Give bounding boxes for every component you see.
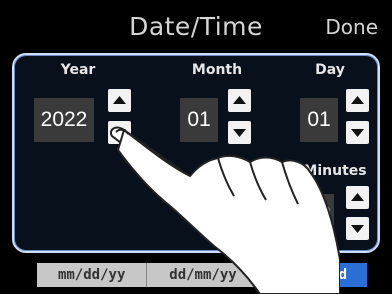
chevron-up-icon: [351, 96, 364, 104]
chevron-up-icon: [351, 193, 364, 201]
day-down-button[interactable]: [346, 121, 369, 144]
chevron-up-icon: [113, 96, 126, 104]
chevron-down-icon: [351, 225, 364, 233]
minutes-down-button[interactable]: [346, 217, 369, 240]
month-label: Month: [191, 62, 243, 78]
chevron-down-icon: [351, 129, 364, 137]
month-up-button[interactable]: [228, 89, 251, 112]
year-label: Year: [60, 62, 96, 78]
year-value: 2022: [34, 98, 94, 142]
minutes-up-button[interactable]: [346, 186, 369, 209]
day-label: Day: [315, 62, 345, 78]
done-button[interactable]: Done: [325, 15, 378, 39]
chevron-up-icon: [233, 96, 246, 104]
year-up-button[interactable]: [108, 89, 131, 112]
pointing-hand-icon: [110, 126, 340, 294]
day-up-button[interactable]: [346, 89, 369, 112]
